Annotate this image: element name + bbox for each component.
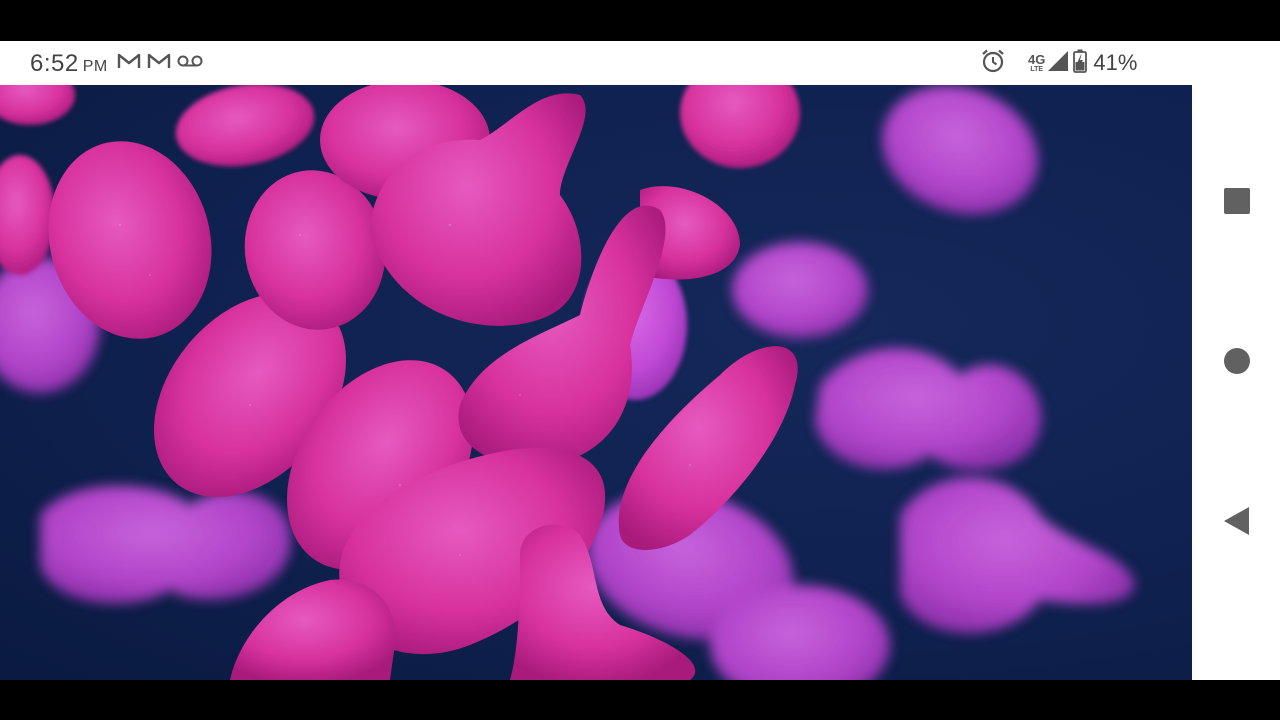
screen: 6:52 PM 4G LTE 41% [0,0,1280,720]
gmail-icon [117,52,141,75]
status-bar: 6:52 PM 4G LTE 41% [0,41,1192,85]
network-label: 4G [1028,52,1046,67]
clock-time: 6:52 [30,50,79,77]
square-icon [1224,188,1250,214]
home-button[interactable] [1220,344,1254,378]
battery-percent: 41% [1093,50,1138,75]
system-icons: 4G LTE 41% [980,49,1138,78]
notification-icons [117,53,203,73]
clock-ampm: PM [82,58,108,75]
gmail-icon [147,52,171,75]
alarm-icon [980,48,1006,79]
navigation-bar [1192,41,1280,680]
recents-button[interactable] [1220,184,1254,218]
network-sublabel: LTE [1030,66,1044,73]
bacteria-image[interactable] [0,85,1192,680]
voicemail-icon [177,54,203,73]
back-button[interactable] [1220,504,1254,538]
triangle-back-icon [1224,507,1249,535]
battery-charging-icon [1073,49,1088,78]
circle-icon [1224,348,1250,374]
network-type-icon: 4G LTE [1028,53,1045,73]
clock: 6:52 PM [30,50,108,78]
signal-icon [1047,50,1069,77]
